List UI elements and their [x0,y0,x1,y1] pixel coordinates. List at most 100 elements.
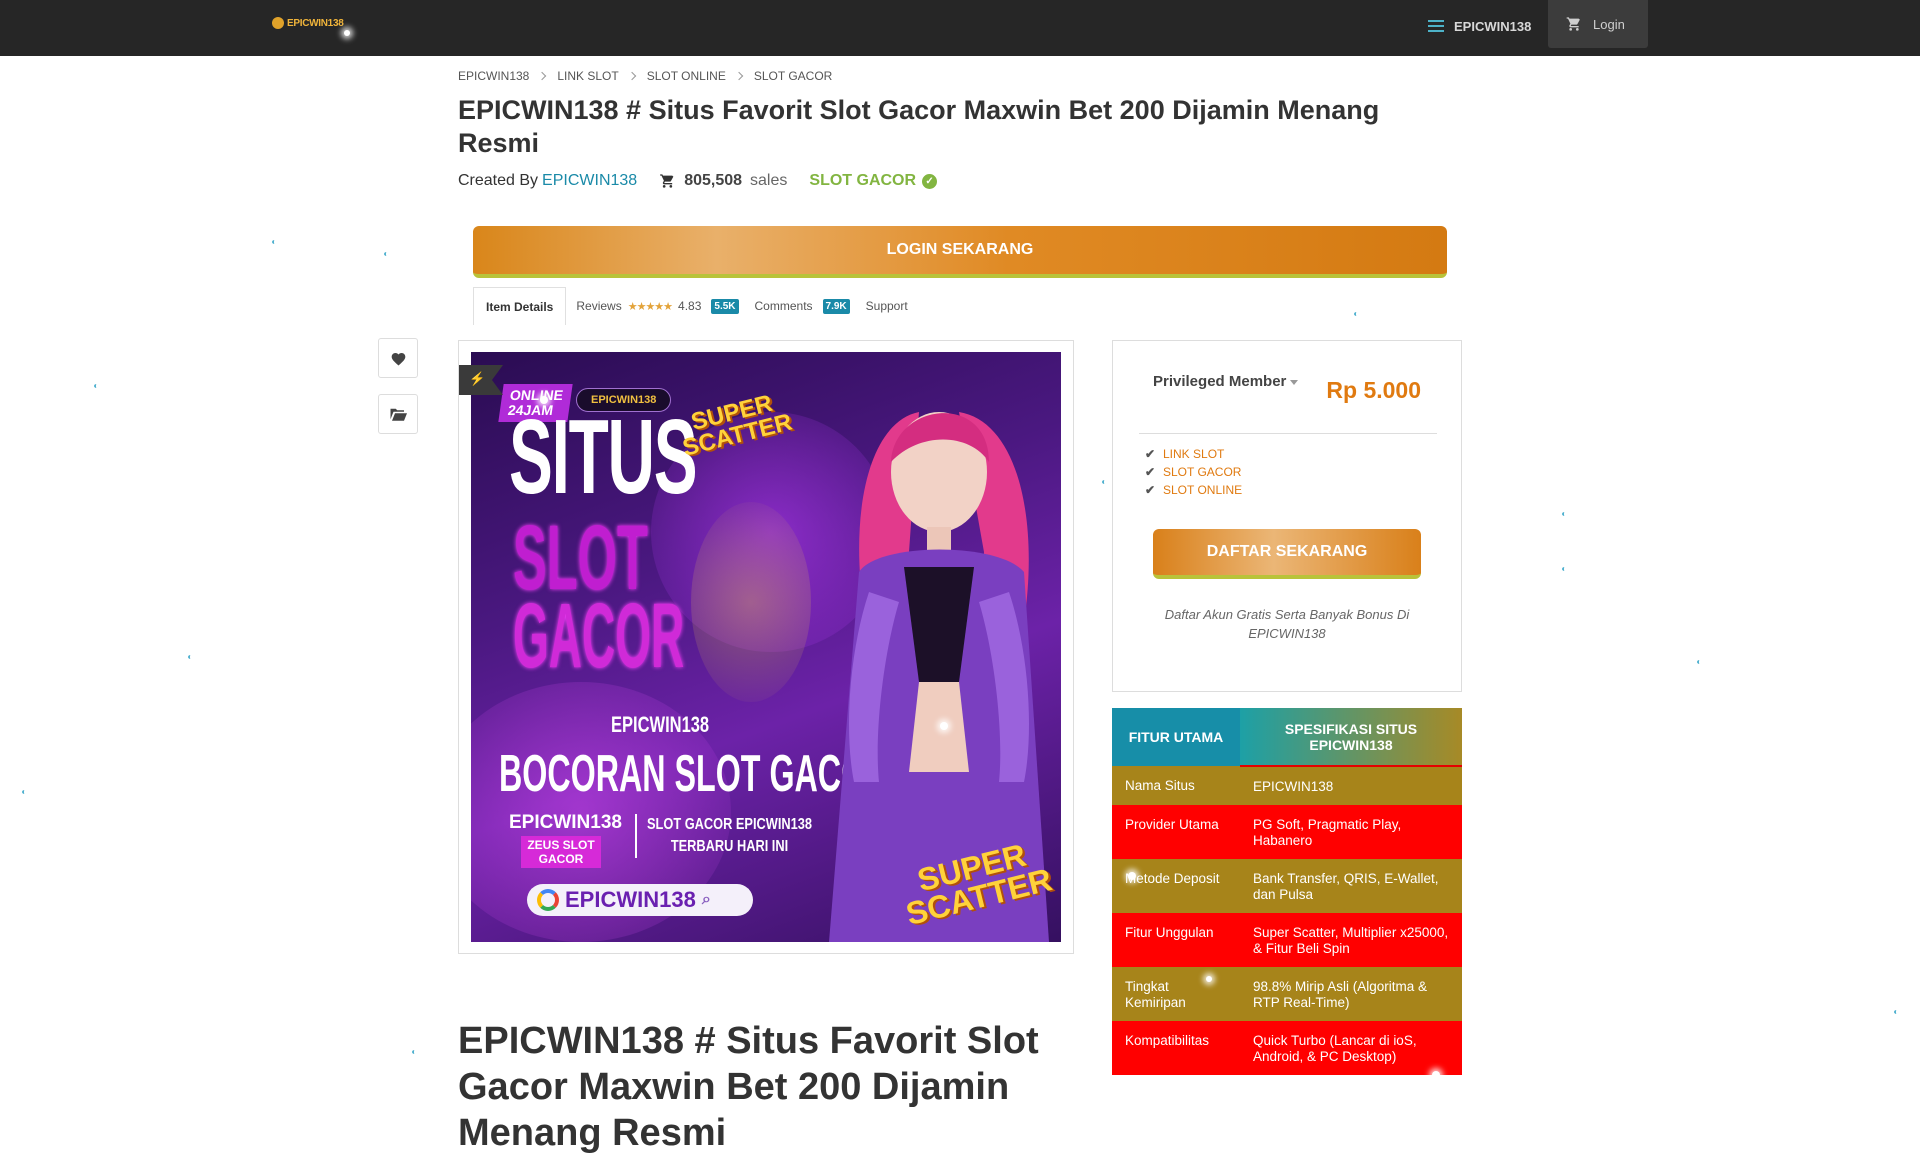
site-logo[interactable]: EPICWIN138 [272,17,344,29]
feature-list: ✔ LINK SLOT ✔ SLOT GACOR ✔ SLOT ONLINE [1145,445,1242,499]
banner-right-line2: TERBARU HARI INI [670,838,789,855]
brand-nav-link[interactable]: EPICWIN138 [1428,0,1531,52]
table-row: Fitur Unggulan Super Scatter, Multiplier … [1112,913,1462,967]
spec-key: Provider Utama [1112,805,1240,859]
banner-situs-text: SITUS [509,398,698,516]
collection-button[interactable] [378,394,418,434]
zeus-line: ZEUS SLOT [527,838,595,852]
check-circle-icon: ✓ [922,173,938,189]
spec-key: Kompatibilitas [1112,1021,1240,1075]
zeus-gacor-line: GACOR [538,852,584,866]
chevron-right-icon [538,71,547,81]
snow-particle [1697,660,1702,664]
login-now-button[interactable]: LOGIN SEKARANG [473,226,1447,278]
feature-label[interactable]: SLOT ONLINE [1163,483,1242,497]
breadcrumb: EPICWIN138 LINK SLOT SLOT ONLINE SLOT GA… [458,69,832,83]
top-navbar: EPICWIN138 EPICWIN138 Login [0,0,1920,56]
comments-count-badge: 7.9K [822,298,850,314]
license-selector[interactable]: Privileged Member [1153,373,1299,390]
spec-value: Quick Turbo (Lancar di ioS, Android, & P… [1240,1021,1462,1075]
snow-particle [1894,1010,1899,1014]
table-row: Kompatibilitas Quick Turbo (Lancar di ioS… [1112,1021,1462,1075]
spec-value: 98.8% Mirip Asli (Algoritma & RTP Real-T… [1240,967,1462,1021]
snow-particle [540,396,548,404]
pricing-divider [1139,433,1437,434]
login-button[interactable]: Login [1548,0,1648,48]
heart-icon [391,352,405,366]
banner-right-line1: SLOT GACOR EPICWIN138 [647,816,812,833]
snow-particle [272,240,277,244]
logo-text: EPICWIN138 [287,17,344,29]
spec-value: Super Scatter, Multiplier x25000, & Fitu… [1240,913,1462,967]
feature-item: ✔ LINK SLOT [1145,445,1242,463]
sales-word: sales [750,172,788,189]
feature-label[interactable]: SLOT GACOR [1163,465,1241,479]
breadcrumb-item[interactable]: SLOT ONLINE [647,69,726,83]
tab-reviews[interactable]: Reviews ★★★★★ 4.83 5.5K [576,298,739,314]
spec-header-row: FITUR UTAMA SPESIFIKASI SITUS EPICWIN138 [1112,708,1462,767]
spec-value: EPICWIN138 [1240,766,1462,805]
banner-gacor-text: GACOR [513,585,685,687]
sales-info: 805,508 sales [659,172,787,190]
sales-count: 805,508 [684,172,743,189]
feature-item: ✔ SLOT ONLINE [1145,481,1242,499]
check-icon: ✔ [1145,447,1156,461]
snow-particle [1562,567,1567,571]
tab-support[interactable]: Support [866,299,908,313]
zeus-badge: ZEUS SLOT GACOR [521,836,601,868]
table-row: Metode Deposit Bank Transfer, QRIS, E-Wal… [1112,859,1462,913]
rating-stars-icon: ★★★★★ [627,300,673,313]
snow-particle [1432,1071,1440,1079]
banner-search-text: EPICWIN138 [565,887,696,912]
table-row: Nama Situs EPICWIN138 [1112,766,1462,805]
banner-divider [635,814,637,858]
table-row: Tingkat Kemiripan 98.8% Mirip Asli (Algor… [1112,967,1462,1021]
snow-particle [188,655,193,659]
spec-value: PG Soft, Pragmatic Play, Habanero [1240,805,1462,859]
breadcrumb-item[interactable]: SLOT GACOR [754,69,832,83]
breadcrumb-item[interactable]: EPICWIN138 [458,69,529,83]
spec-key: Metode Deposit [1112,859,1240,913]
license-plan-label: Privileged Member [1153,373,1287,390]
spec-col-spec: SPESIFIKASI SITUS EPICWIN138 [1240,708,1462,767]
magnifier-icon: ⌕ [701,891,711,908]
reviews-count-badge: 5.5K [711,298,739,314]
favorite-button[interactable] [378,338,418,378]
rating-value: 4.83 [678,299,702,313]
spec-key: Tingkat Kemiripan [1112,967,1240,1021]
snow-particle [94,384,99,388]
snow-particle [412,1050,417,1054]
tab-reviews-label: Reviews [576,299,622,313]
caret-down-icon [1290,379,1299,385]
register-note: Daftar Akun Gratis Serta Banyak Bonus Di… [1164,607,1410,641]
check-icon: ✔ [1145,465,1156,479]
tab-comments[interactable]: Comments 7.9K [755,298,850,314]
check-icon: ✔ [1145,483,1156,497]
banner-right-text: SLOT GACOR EPICWIN138 TERBARU HARI INI [647,814,812,858]
snow-particle [1354,312,1359,316]
spec-key: Nama Situs [1112,766,1240,805]
chevron-right-icon [627,71,636,81]
tab-item-details[interactable]: Item Details [473,287,567,325]
breadcrumb-item[interactable]: LINK SLOT [557,69,618,83]
preview-banner-image[interactable]: ONLINE 24JAM EPICWIN138 SITUS SLOT GACOR… [471,352,1061,942]
price-value: Rp 5.000 [1326,377,1421,403]
item-meta: Created By EPICWIN138 805,508 sales SLOT… [458,172,938,190]
list-icon [1428,20,1444,32]
table-row: Provider Utama PG Soft, Pragmatic Play, H… [1112,805,1462,859]
creator-link[interactable]: EPICWIN138 [542,172,637,190]
brand-nav-label: EPICWIN138 [1454,18,1532,34]
item-tabs: Item Details Reviews ★★★★★ 4.83 5.5K Com… [473,287,908,325]
spec-key: Fitur Unggulan [1112,913,1240,967]
created-by-label: Created By [458,172,539,189]
logo-emblem-icon [272,17,284,29]
category-badge: SLOT GACOR ✓ [809,172,938,190]
cart-icon [660,174,674,188]
category-label: SLOT GACOR [809,172,917,189]
register-button[interactable]: DAFTAR SEKARANG [1153,529,1421,579]
pricing-card: Privileged Member Rp 5.000 ✔ LINK SLOT ✔ S… [1112,340,1462,692]
feature-label[interactable]: LINK SLOT [1163,447,1224,461]
google-icon [537,889,559,911]
login-label: Login [1593,16,1625,32]
snow-particle [1562,512,1567,516]
